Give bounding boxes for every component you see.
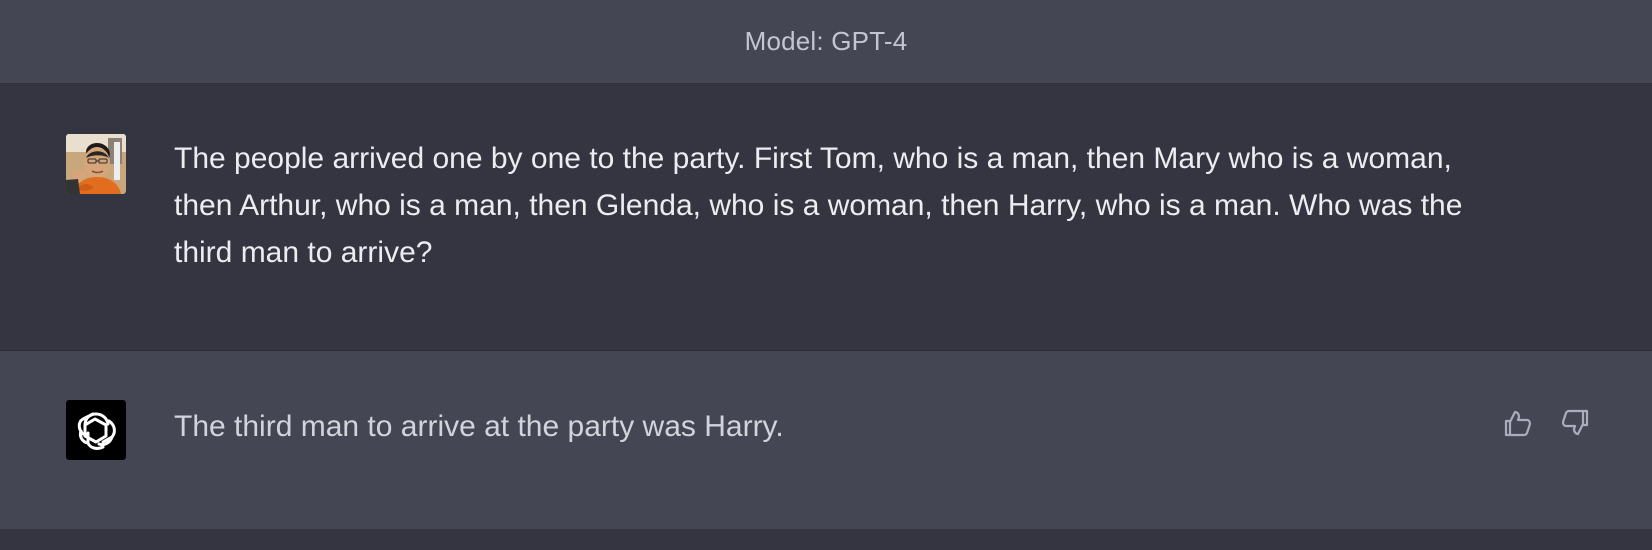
bottom-strip [0, 529, 1652, 550]
assistant-avatar [66, 400, 126, 460]
openai-logo-icon [77, 412, 116, 450]
thumbs-up-button[interactable] [1500, 405, 1536, 441]
model-header: Model: GPT-4 [0, 0, 1652, 84]
assistant-message-row: The third man to arrive at the party was… [0, 351, 1652, 529]
thumbs-down-icon [1561, 409, 1589, 436]
model-label: Model: GPT-4 [744, 26, 908, 56]
user-avatar [66, 134, 126, 194]
user-message-row: The people arrived one by one to the par… [0, 84, 1652, 351]
thumbs-down-button[interactable] [1557, 405, 1593, 441]
assistant-message-text: The third man to arrive at the party was… [174, 410, 784, 443]
chat-page: Model: GPT-4 The people arrived one by o… [0, 0, 1652, 550]
user-avatar-photo-icon [66, 134, 126, 194]
user-message-text: The people arrived one by one to the par… [174, 142, 1463, 269]
thumbs-up-icon [1504, 410, 1532, 437]
